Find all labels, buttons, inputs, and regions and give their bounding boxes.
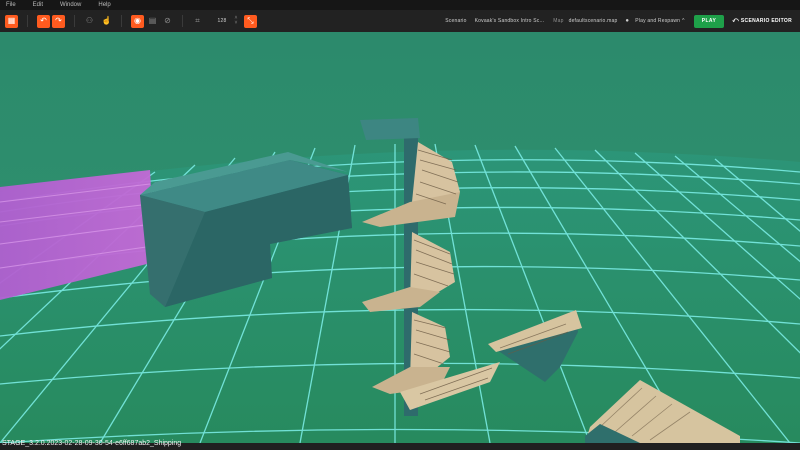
scenario-select[interactable]: Kovaak's Sandbox Intro Sc... — [475, 18, 545, 24]
menu-window[interactable]: Window — [54, 0, 92, 10]
app-menu-button[interactable]: ▦ — [5, 14, 18, 28]
pointer-icon: ☝ — [101, 16, 112, 25]
play-mode-select[interactable]: Play and Respawn — [635, 18, 680, 24]
grid-icon: ▦ — [7, 16, 16, 25]
undo-button[interactable]: ↶ — [37, 14, 50, 28]
scenario-editor-label: Scenario Editor — [740, 18, 792, 24]
redo-button[interactable]: ↷ — [52, 14, 65, 28]
layout-icon: ▤ — [148, 16, 157, 25]
build-version: STAGE_3.2.0.2023-02-28-09-30-54-e6ff687a… — [2, 440, 182, 447]
play-button[interactable]: PLAY — [693, 14, 725, 28]
status-bar: STAGE_3.2.0.2023-02-28-09-30-54-e6ff687a… — [0, 437, 800, 450]
grid-size-toggle[interactable]: ⌗ — [192, 16, 203, 27]
grid-size-value[interactable]: 128 — [212, 18, 232, 24]
map-select[interactable]: defaultscenario.map — [569, 18, 618, 24]
menu-edit[interactable]: Edit — [27, 0, 54, 10]
magnet-icon: ⊘ — [164, 16, 171, 25]
toolbar-right: Scenario Kovaak's Sandbox Intro Sc... Ma… — [445, 10, 800, 32]
scale-tool-button[interactable]: ⤡ — [244, 14, 257, 28]
scenario-label: Scenario — [445, 18, 467, 24]
chevron-down-icon: ˅ — [234, 20, 238, 26]
map-label: Map — [553, 18, 564, 24]
scenario-editor-button[interactable]: ⤺ Scenario Editor — [724, 18, 800, 25]
redo-icon: ↷ — [55, 16, 62, 25]
menu-bar: File Edit Window Help — [0, 0, 800, 10]
return-icon: ⤺ — [732, 17, 739, 24]
eye-icon: ◉ — [134, 16, 141, 25]
menu-help[interactable]: Help — [92, 0, 121, 10]
record-dot-icon: ● — [625, 18, 630, 24]
grid-size-stepper[interactable]: ˄ ˅ — [232, 16, 240, 27]
layout-button[interactable]: ▤ — [147, 16, 158, 27]
pointer-tool-button[interactable]: ☝ — [101, 16, 112, 27]
grid-snap-icon: ⌗ — [195, 16, 200, 25]
group-select-button[interactable]: ⚇ — [84, 16, 95, 27]
undo-icon: ↶ — [40, 16, 47, 25]
chevron-up-icon[interactable]: ^ — [682, 18, 685, 24]
arrows-icon: ⤡ — [247, 16, 254, 25]
visibility-button[interactable]: ◉ — [131, 14, 144, 28]
menu-file[interactable]: File — [0, 0, 27, 10]
snap-button[interactable]: ⊘ — [162, 16, 173, 27]
toolbar-divider — [121, 15, 122, 27]
toolbar: ▦ ↶ ↷ ⚇ ☝ ◉ ▤ ⊘ ⌗ 128 ˄ ˅ ⤡ Scenario Kov… — [0, 10, 800, 32]
people-icon: ⚇ — [85, 16, 94, 25]
toolbar-divider — [27, 15, 28, 27]
toolbar-divider — [74, 15, 75, 27]
3d-viewport[interactable] — [0, 32, 800, 443]
scene-render — [0, 32, 800, 443]
toolbar-divider — [182, 15, 183, 27]
